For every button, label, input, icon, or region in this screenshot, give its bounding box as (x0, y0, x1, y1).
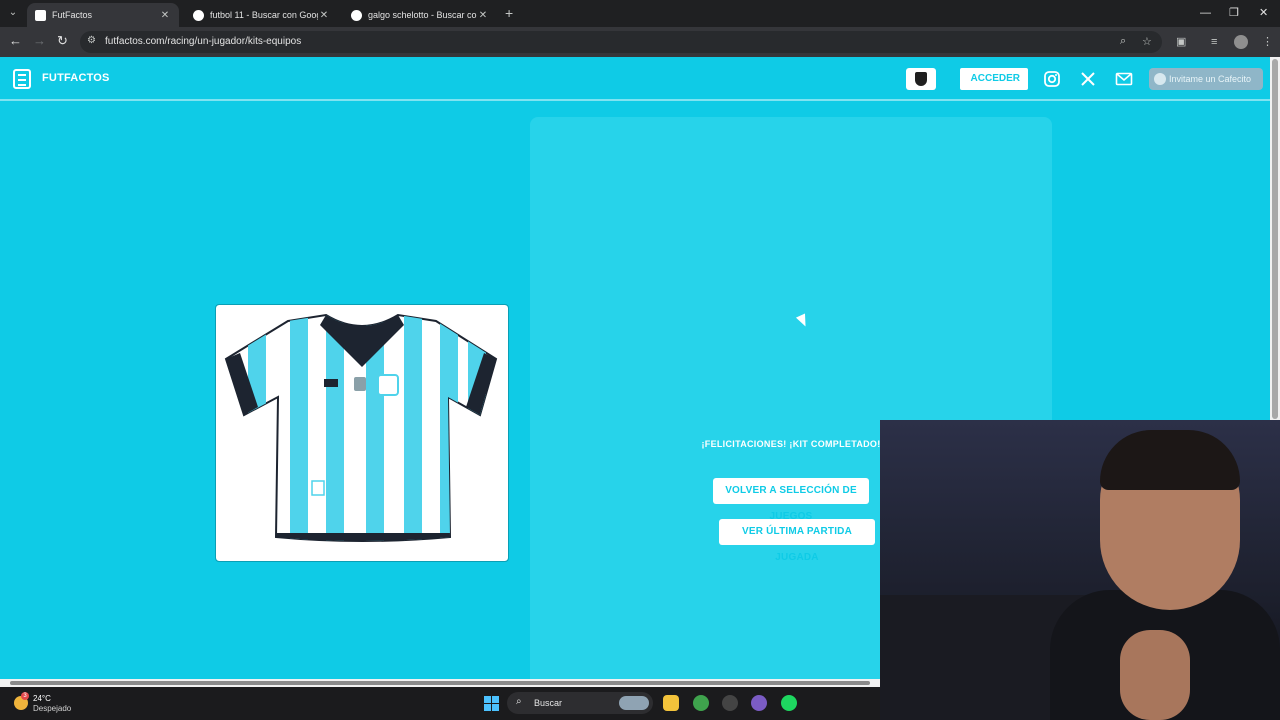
email-icon[interactable] (1115, 70, 1133, 88)
team-shield-button[interactable] (906, 68, 936, 90)
cafecito-label: Invitame un Cafecito (1169, 74, 1252, 84)
browser-tab-strip: ⌄ FutFactos ✕ futbol 11 - Buscar con Goo… (0, 0, 1280, 27)
racing-kit-jersey (224, 313, 498, 542)
url-text[interactable]: futfactos.com/racing/un-jugador/kits-equ… (105, 36, 301, 47)
extensions-icon[interactable]: ▣ (1176, 35, 1186, 49)
windows-taskbar: 3 24°C Despejado ⌕ Buscar (0, 687, 880, 720)
media-control-icon[interactable]: ≡ (1211, 35, 1217, 49)
tab-search-icon[interactable]: ⌄ (5, 5, 21, 21)
google-favicon-icon (351, 9, 362, 21)
podcast-app-icon[interactable] (751, 695, 767, 711)
browser-menu-icon[interactable]: ⋮ (1262, 35, 1273, 49)
view-last-game-button[interactable]: VER ÚLTIMA PARTIDA JUGADA (719, 519, 875, 563)
close-tab-icon[interactable]: ✕ (318, 10, 330, 21)
streamer-hair (1100, 430, 1240, 490)
browser-toolbar: ← → ↻ ⚙ futfactos.com/racing/un-jugador/… (0, 27, 1280, 57)
futfactos-logo-icon[interactable] (13, 69, 31, 89)
adidas-logo-icon (324, 379, 338, 387)
shield-icon (915, 72, 927, 86)
afa-crest-icon (354, 377, 366, 391)
forward-icon[interactable]: → (33, 34, 46, 48)
site-logo-text[interactable]: FUTFACTOS (42, 72, 110, 84)
tab-futbol-11[interactable]: futbol 11 - Buscar con Google ✕ (185, 3, 338, 27)
futfactos-favicon-icon (35, 9, 46, 21)
scrollbar-thumb[interactable] (1272, 59, 1278, 419)
address-bar[interactable]: ⚙ futfactos.com/racing/un-jugador/kits-e… (80, 31, 1162, 53)
kit-image-card (215, 304, 509, 562)
close-window-icon[interactable]: ✕ (1259, 6, 1268, 20)
obs-icon[interactable] (722, 695, 738, 711)
profile-avatar[interactable] (1234, 35, 1248, 49)
tab-title: galgo schelotto - Buscar con G (368, 10, 477, 20)
tab-galgo-schelotto[interactable]: galgo schelotto - Buscar con G ✕ (343, 3, 497, 27)
zoom-icon[interactable]: ⌕ (1120, 35, 1126, 48)
login-button[interactable]: ACCEDER (960, 68, 1028, 90)
search-icon: ⌕ (516, 696, 522, 707)
spotify-icon[interactable] (781, 695, 797, 711)
close-tab-icon[interactable]: ✕ (477, 10, 489, 21)
windows-start-icon[interactable] (484, 696, 499, 711)
back-to-games-button[interactable]: VOLVER A SELECCIÓN DE JUEGOS (713, 478, 869, 522)
bookmark-star-icon[interactable]: ☆ (1142, 35, 1152, 48)
tab-title: futbol 11 - Buscar con Google (210, 10, 318, 20)
file-explorer-icon[interactable] (663, 695, 679, 711)
site-info-icon[interactable]: ⚙ (87, 35, 99, 47)
close-tab-icon[interactable]: ✕ (159, 10, 171, 21)
temperature-text[interactable]: 24°C (33, 694, 51, 703)
tab-futfactos[interactable]: FutFactos ✕ (27, 3, 179, 27)
streamer-hand (1120, 630, 1190, 720)
tab-title: FutFactos (52, 10, 93, 20)
weather-badge: 3 (21, 692, 29, 700)
site-header: FUTFACTOS ACCEDER Invitame un Cafecito (0, 57, 1270, 101)
new-tab-button[interactable]: + (505, 6, 513, 20)
taskbar-search[interactable]: ⌕ Buscar (507, 692, 653, 714)
coffee-cup-icon (1154, 73, 1166, 85)
scrollbar-thumb[interactable] (10, 681, 870, 685)
search-highlight-icon (619, 696, 649, 710)
chrome-icon[interactable] (693, 695, 709, 711)
instagram-icon[interactable] (1043, 70, 1061, 88)
cafecito-button[interactable]: Invitame un Cafecito (1149, 68, 1263, 90)
search-label: Buscar (534, 698, 563, 708)
weather-condition-text[interactable]: Despejado (33, 704, 71, 713)
back-icon[interactable]: ← (9, 34, 22, 48)
x-twitter-icon[interactable] (1079, 70, 1097, 88)
racing-crest-icon (377, 374, 399, 396)
horizontal-scrollbar[interactable] (0, 679, 880, 687)
google-favicon-icon (193, 9, 204, 21)
restore-icon[interactable]: ❐ (1229, 6, 1239, 20)
reload-icon[interactable]: ↻ (57, 34, 68, 48)
webcam-overlay (880, 420, 1280, 720)
minimize-icon[interactable]: — (1200, 6, 1211, 20)
